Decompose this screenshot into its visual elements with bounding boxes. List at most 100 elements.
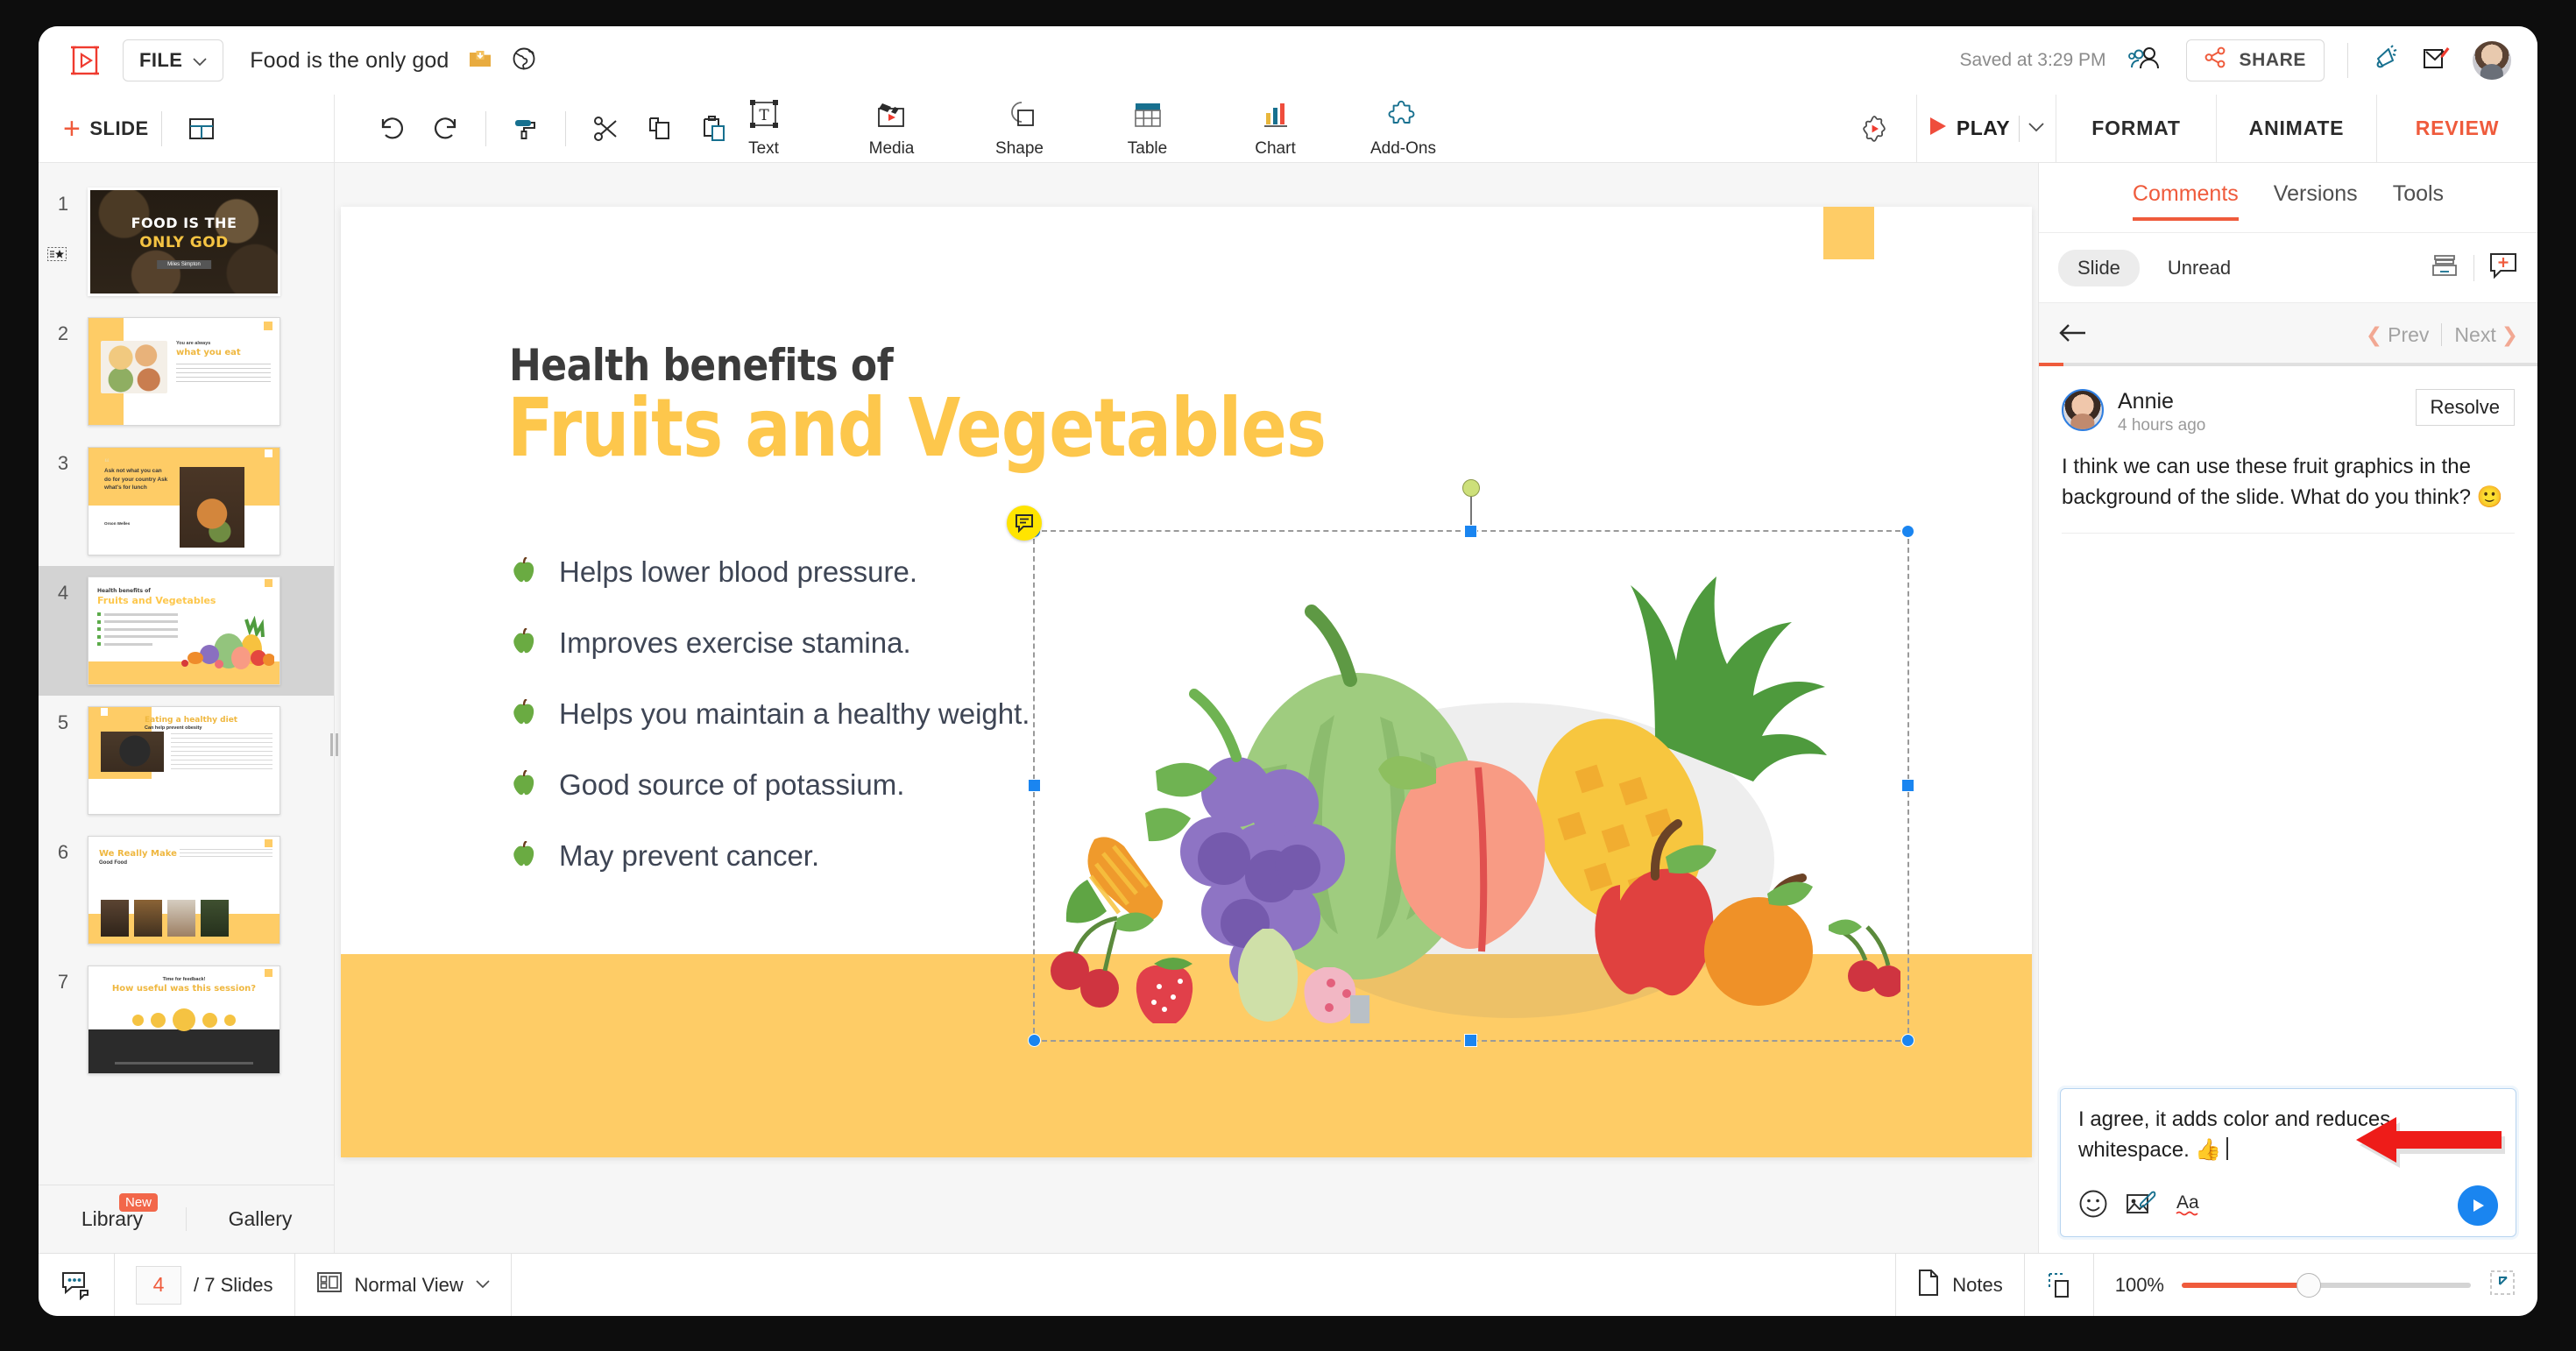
comments-toggle-button[interactable] (39, 1254, 114, 1316)
comment-timestamp: 4 hours ago (2118, 416, 2206, 435)
green-apple-bullet-icon (513, 626, 535, 659)
collaborators-icon[interactable] (2128, 45, 2163, 77)
insert-chart-button[interactable]: Chart (1236, 99, 1315, 159)
tab-format[interactable]: FORMAT (2056, 95, 2217, 162)
archive-inbox-icon[interactable] (2430, 251, 2459, 285)
tab-animate[interactable]: ANIMATE (2217, 95, 2377, 162)
resize-handle-middle-right[interactable] (1901, 779, 1914, 792)
slide-thumbnail-3[interactable]: 3 “ Ask not what you can do for your cou… (39, 436, 334, 566)
insert-shape-button[interactable]: Shape (980, 99, 1059, 159)
slide-thumbnail-2[interactable]: 2 You are always what you eat (39, 307, 334, 436)
panel-tab-gallery[interactable]: Gallery (186, 1207, 334, 1231)
current-slide-number[interactable]: 4 (136, 1265, 181, 1305)
slide-thumbnail-7[interactable]: 7 Time for feedback! How useful was this… (39, 955, 334, 1085)
comment-input-value[interactable]: I agree, it adds color and reduces white… (2078, 1105, 2498, 1166)
cut-scissors-icon[interactable] (578, 102, 633, 156)
format-painter-icon[interactable] (499, 102, 553, 156)
zoom-control[interactable]: 100% (2094, 1254, 2537, 1316)
slide-thumbnail-5[interactable]: 5 Eating a healthy diet Can help prevent… (39, 696, 334, 825)
expand-canvas-icon[interactable] (2488, 1269, 2516, 1301)
filter-slide[interactable]: Slide (2058, 249, 2140, 286)
thumbnail-canvas: “ Ask not what you can do for your count… (88, 447, 280, 555)
prev-chevron-icon[interactable]: ❮ (2366, 323, 2382, 347)
play-button[interactable]: PLAY (1916, 95, 2056, 162)
file-menu-button[interactable]: FILE (123, 39, 224, 81)
notes-button[interactable]: Notes (1896, 1254, 2023, 1316)
layout-icon[interactable] (174, 102, 229, 156)
text-format-icon[interactable]: Aa (2175, 1189, 2208, 1223)
svg-text:T: T (759, 107, 769, 124)
next-chevron-icon[interactable]: ❯ (2502, 323, 2518, 347)
slide-thumbnail-4[interactable]: 4 Health benefits of Fruits and Vegetabl… (39, 566, 334, 696)
tab-comments[interactable]: Comments (2132, 181, 2239, 221)
presentation-settings-gear-icon[interactable] (1832, 95, 1916, 162)
insert-text-button[interactable]: T Text (725, 99, 803, 159)
fit-to-screen-button[interactable] (2025, 1254, 2093, 1316)
slide-canvas[interactable]: Health benefits of Fruits and Vegetables… (341, 207, 2032, 1157)
zoom-slider[interactable] (2182, 1272, 2471, 1298)
tab-tools[interactable]: Tools (2393, 181, 2444, 214)
slide-list[interactable]: 1 FOOD IS THE ONLY GOD Miles Simpton 2 Y… (39, 163, 334, 1185)
send-comment-button[interactable] (2458, 1185, 2498, 1226)
announcements-megaphone-icon[interactable] (2371, 44, 2399, 77)
tab-review[interactable]: REVIEW (2377, 95, 2537, 162)
bullet-item[interactable]: Helps you maintain a healthy weight. (513, 697, 1030, 731)
user-avatar[interactable] (2473, 41, 2511, 80)
slide-bullet-list[interactable]: Helps lower blood pressure. Improves exe… (513, 555, 1030, 873)
copy-icon[interactable] (633, 102, 687, 156)
insert-table-button[interactable]: Table (1108, 99, 1187, 159)
slide-master-icon[interactable] (47, 247, 67, 265)
play-chevron-down-icon[interactable] (2028, 121, 2044, 137)
view-mode-selector[interactable]: Normal View (295, 1254, 511, 1316)
share-button[interactable]: SHARE (2186, 39, 2325, 81)
add-slide-label: SLIDE (89, 117, 149, 139)
save-to-folder-icon[interactable] (468, 46, 492, 75)
thumbnail-canvas: Health benefits of Fruits and Vegetables (88, 576, 280, 685)
add-slide-button[interactable]: + SLIDE (63, 114, 149, 144)
emoji-icon[interactable] (2078, 1189, 2108, 1223)
panel-resize-handle[interactable] (327, 730, 341, 760)
fruit-illustration-image[interactable] (1042, 533, 1904, 1029)
comment-text: I think we can use these fruit graphics … (2062, 455, 2503, 510)
bullet-item[interactable]: Helps lower blood pressure. (513, 555, 1030, 589)
resize-handle-top-left[interactable] (1028, 525, 1041, 538)
filter-unread[interactable]: Unread (2148, 250, 2250, 286)
globe-icon[interactable] (512, 46, 536, 75)
panel-tab-library[interactable]: Library New (39, 1193, 186, 1231)
slide-canvas-area[interactable]: Health benefits of Fruits and Vegetables… (335, 163, 2038, 1253)
slide-thumbnail-6[interactable]: 6 We Really Make Good Food (39, 825, 334, 955)
document-title[interactable]: Food is the only god (250, 48, 449, 74)
edit-feedback-icon[interactable] (2422, 45, 2450, 77)
resolve-button[interactable]: Resolve (2415, 389, 2515, 426)
redo-icon[interactable] (419, 102, 473, 156)
comment-input-box[interactable]: I agree, it adds color and reduces white… (2060, 1088, 2516, 1237)
app-logo-icon[interactable] (65, 40, 105, 81)
slide-number: 1 (57, 193, 69, 215)
attach-image-icon[interactable] (2126, 1189, 2157, 1223)
next-comment-button[interactable]: Next (2454, 323, 2495, 347)
comment-author-avatar[interactable] (2062, 389, 2104, 431)
back-arrow-icon[interactable] (2058, 322, 2088, 348)
play-triangle-icon (1928, 116, 1948, 141)
insert-addons-button[interactable]: Add-Ons (1364, 99, 1443, 159)
green-apple-bullet-icon (513, 839, 535, 872)
zoom-slider-knob[interactable] (2296, 1272, 2322, 1298)
bullet-item[interactable]: Good source of potassium. (513, 768, 1030, 802)
insert-media-button[interactable]: Media (853, 99, 931, 159)
chevron-down-icon[interactable] (476, 1277, 490, 1293)
tab-versions[interactable]: Versions (2274, 181, 2358, 214)
resize-handle-top-right[interactable] (1901, 525, 1914, 538)
bullet-item[interactable]: Improves exercise stamina. (513, 626, 1030, 660)
rotate-handle[interactable] (1462, 479, 1480, 497)
thumb-title: Fruits and Vegetables (97, 595, 216, 606)
slide-number: 5 (57, 711, 69, 733)
add-comment-icon[interactable] (2488, 251, 2518, 284)
comment-pin-marker[interactable] (1007, 506, 1042, 541)
undo-icon[interactable] (364, 102, 419, 156)
slide-counter[interactable]: 4 / 7 Slides (115, 1254, 294, 1316)
thread-progress-bar (2039, 363, 2537, 366)
slide-title-line2[interactable]: Fruits and Vegetables (507, 385, 1327, 471)
prev-comment-button[interactable]: Prev (2388, 323, 2429, 347)
bullet-item[interactable]: May prevent cancer. (513, 839, 1030, 873)
slide-thumbnail-1[interactable]: 1 FOOD IS THE ONLY GOD Miles Simpton (39, 177, 334, 307)
